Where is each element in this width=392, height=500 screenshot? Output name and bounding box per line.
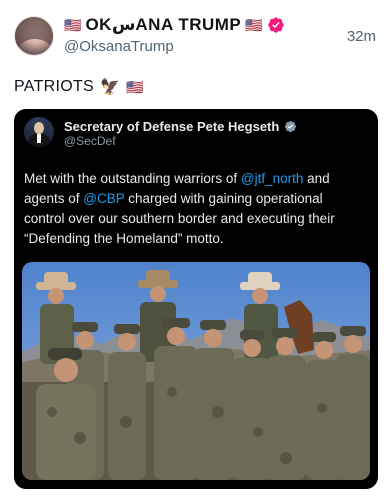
author-name-row: 🇺🇸 OKسANA TRUMP 🇺🇸 [64, 14, 285, 36]
us-flag-icon: 🇺🇸 [126, 79, 145, 95]
mention-cbp-link[interactable]: @CBP [83, 191, 124, 206]
quoted-post-text: Met with the outstanding warriors of @jt… [24, 169, 364, 249]
post[interactable]: 🇺🇸 OKسANA TRUMP 🇺🇸 @OksanaTrump 32m PATR… [0, 0, 392, 500]
quoted-post-photo[interactable] [22, 262, 370, 480]
quoted-author-avatar[interactable] [24, 117, 54, 147]
post-text: PATRIOTS 🦅 🇺🇸 [14, 77, 144, 97]
group-photo-icon [22, 262, 370, 480]
gray-verified-badge-icon [285, 120, 297, 133]
quoted-author-display-name[interactable]: Secretary of Defense Pete Hegseth [64, 119, 279, 134]
author-handle[interactable]: @OksanaTrump [64, 38, 174, 55]
quoted-author-handle[interactable]: @SecDef [64, 134, 116, 148]
post-text-body: PATRIOTS [14, 78, 95, 95]
verified-badge-icon [268, 17, 284, 33]
us-flag-left-icon: 🇺🇸 [64, 17, 82, 33]
post-timestamp[interactable]: 32m [347, 28, 376, 45]
author-display-name[interactable]: OKسANA TRUMP [85, 15, 241, 35]
quoted-text-part1: Met with the outstanding warriors of [24, 171, 241, 186]
mention-jtf-north-link[interactable]: @jtf_north [241, 171, 303, 186]
us-flag-right-icon: 🇺🇸 [245, 17, 263, 33]
quoted-author-name-row: Secretary of Defense Pete Hegseth [64, 119, 297, 134]
quoted-post[interactable]: Secretary of Defense Pete Hegseth @SecDe… [14, 109, 378, 489]
eagle-icon: 🦅 [100, 79, 121, 96]
author-avatar[interactable] [14, 16, 54, 56]
